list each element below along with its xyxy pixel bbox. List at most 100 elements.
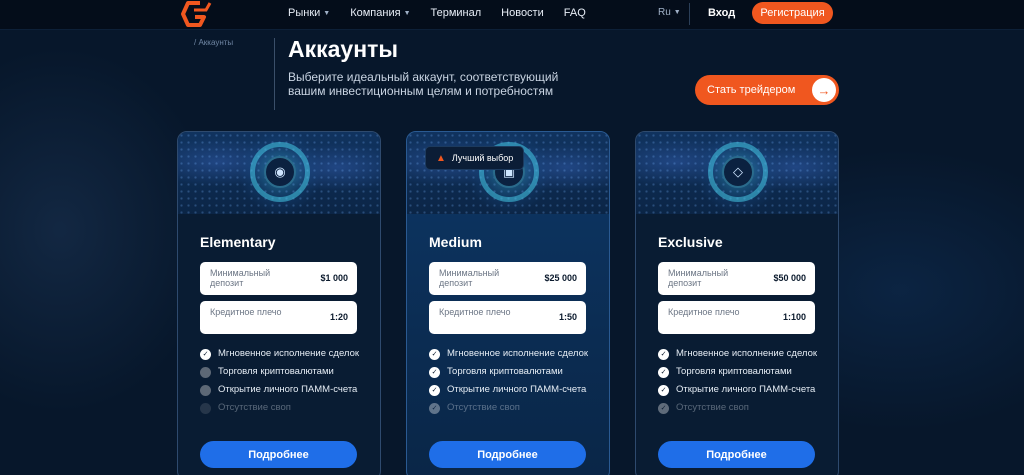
nav-label: Рынки: [288, 7, 321, 19]
account-card-medium: ▣ ▲ Лучший выбор Medium Минимальный депо…: [406, 131, 610, 475]
check-icon: ✓: [200, 385, 211, 396]
login-link[interactable]: Вход: [708, 7, 735, 19]
field-value: $25 000: [544, 273, 577, 283]
language-label: Ru: [658, 7, 671, 18]
feature-item: ✓ Торговля криптовалютами: [658, 367, 823, 378]
leverage-field: Кредитное плечо 1:100: [658, 301, 815, 334]
check-icon: ✓: [429, 367, 440, 378]
chevron-down-icon: ▼: [323, 9, 331, 17]
feature-item: ✓ Торговля криптовалютами: [429, 367, 594, 378]
field-value: $1 000: [320, 273, 348, 283]
feature-item: ✓ Мгновенное исполнение сделок: [200, 349, 365, 360]
check-icon: ✓: [200, 403, 211, 414]
details-button[interactable]: Подробнее: [658, 441, 815, 468]
feature-item: ✓ Отсутствие своп: [200, 403, 365, 414]
language-selector[interactable]: Ru ▼: [658, 7, 681, 18]
register-button[interactable]: Регистрация: [752, 2, 833, 24]
logo-icon: [181, 1, 212, 27]
min-deposit-field: Минимальный депозит $50 000: [658, 262, 815, 295]
feature-text: Мгновенное исполнение сделок: [218, 348, 360, 359]
feature-item: ✓ Открытие личного ПАММ-счета: [429, 385, 594, 396]
feature-item: ✓ Отсутствие своп: [429, 403, 594, 414]
card-title: Medium: [429, 234, 482, 250]
leverage-field: Кредитное плечо 1:20: [200, 301, 357, 334]
become-trader-button[interactable]: Стать трейдером →: [695, 75, 839, 105]
field-label: Минимальный депозит: [439, 268, 500, 288]
feature-item: ✓ Открытие личного ПАММ-счета: [658, 385, 823, 396]
card-image: ◇: [636, 132, 838, 214]
nav-item-terminal[interactable]: Терминал: [431, 7, 482, 19]
cta-label: Стать трейдером: [707, 84, 796, 96]
field-value: 1:20: [329, 312, 348, 322]
check-icon: ✓: [429, 349, 440, 360]
min-deposit-field: Минимальный депозит $1 000: [200, 262, 357, 295]
feature-list: ✓ Мгновенное исполнение сделок ✓ Торговл…: [658, 349, 823, 421]
breadcrumb[interactable]: / Аккаунты: [194, 38, 233, 47]
logo[interactable]: [180, 0, 212, 28]
nav-label: Компания: [350, 7, 401, 19]
account-card-elementary: ◉ Elementary Минимальный депозит $1 000 …: [177, 131, 381, 475]
feature-text: Торговля криптовалютами: [218, 366, 334, 377]
nav-label: Новости: [501, 7, 544, 19]
details-button[interactable]: Подробнее: [200, 441, 357, 468]
chevron-down-icon: ▼: [403, 9, 411, 17]
feature-text: Отсутствие своп: [447, 402, 520, 413]
hero-divider: [274, 38, 275, 110]
header-divider: [689, 3, 690, 25]
feature-item: ✓ Торговля криптовалютами: [200, 367, 365, 378]
feature-text: Отсутствие своп: [676, 402, 749, 413]
feature-text: Мгновенное исполнение сделок: [447, 348, 589, 359]
check-icon: ✓: [658, 385, 669, 396]
nav-label: Терминал: [430, 7, 482, 19]
min-deposit-field: Минимальный депозит $25 000: [429, 262, 586, 295]
feature-text: Открытие личного ПАММ-счета: [676, 384, 816, 395]
feature-text: Торговля криптовалютами: [447, 366, 563, 377]
feature-text: Отсутствие своп: [218, 402, 291, 413]
field-label: Минимальный депозит: [210, 268, 271, 288]
field-value: 1:100: [782, 312, 806, 322]
nav-item-markets[interactable]: Рынки ▼: [288, 7, 330, 19]
chevron-down-icon: ▼: [673, 9, 681, 16]
main-nav: Рынки ▼ Компания ▼ Терминал Новости FAQ: [288, 7, 606, 19]
details-button[interactable]: Подробнее: [429, 441, 586, 468]
feature-list: ✓ Мгновенное исполнение сделок ✓ Торговл…: [429, 349, 594, 421]
field-label: Минимальный депозит: [668, 268, 729, 288]
check-icon: ✓: [200, 349, 211, 360]
check-icon: ✓: [200, 367, 211, 378]
field-value: 1:50: [558, 312, 577, 322]
check-icon: ✓: [429, 403, 440, 414]
check-icon: ✓: [658, 403, 669, 414]
check-icon: ✓: [658, 349, 669, 360]
feature-item: ✓ Мгновенное исполнение сделок: [658, 349, 823, 360]
nav-item-news[interactable]: Новости: [501, 7, 544, 19]
best-choice-badge: ▲ Лучший выбор: [425, 146, 525, 170]
leverage-field: Кредитное плечо 1:50: [429, 301, 586, 334]
feature-text: Открытие личного ПАММ-счета: [218, 384, 358, 395]
site-header: Рынки ▼ Компания ▼ Терминал Новости FAQ …: [0, 0, 1024, 30]
diamond-icon: ◇: [722, 156, 754, 188]
feature-item: ✓ Открытие личного ПАММ-счета: [200, 385, 365, 396]
field-value: $50 000: [773, 273, 806, 283]
feature-text: Открытие личного ПАММ-счета: [447, 384, 587, 395]
nav-label: FAQ: [563, 7, 586, 19]
feature-text: Мгновенное исполнение сделок: [676, 348, 818, 359]
nav-item-company[interactable]: Компания ▼: [350, 7, 410, 19]
nav-item-faq[interactable]: FAQ: [564, 7, 586, 19]
field-label: Кредитное плечо: [210, 307, 282, 317]
feature-text: Торговля криптовалютами: [676, 366, 792, 377]
feature-item: ✓ Отсутствие своп: [658, 403, 823, 414]
page-title: Аккаунты: [288, 36, 399, 62]
piggy-bank-icon: ◉: [264, 156, 296, 188]
check-icon: ✓: [429, 385, 440, 396]
account-card-exclusive: ◇ Exclusive Минимальный депозит $50 000 …: [635, 131, 839, 475]
check-icon: ✓: [658, 367, 669, 378]
card-image: ◉: [178, 132, 380, 214]
feature-item: ✓ Мгновенное исполнение сделок: [429, 349, 594, 360]
page-subtitle: Выберите идеальный аккаунт, соответствую…: [288, 70, 559, 98]
badge-icon: ▲: [436, 152, 446, 164]
card-image: ▣ ▲ Лучший выбор: [407, 132, 609, 214]
card-title: Elementary: [200, 234, 276, 250]
badge-label: Лучший выбор: [451, 153, 514, 163]
feature-list: ✓ Мгновенное исполнение сделок ✓ Торговл…: [200, 349, 365, 421]
field-label: Кредитное плечо: [668, 307, 740, 317]
